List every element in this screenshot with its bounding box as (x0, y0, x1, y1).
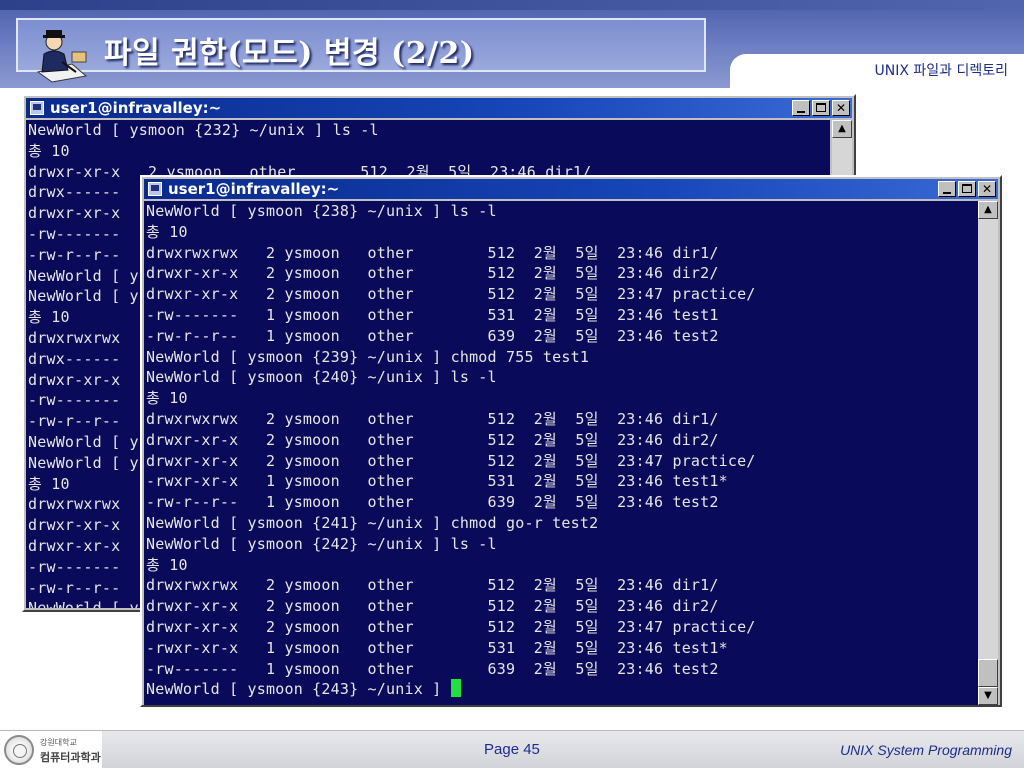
slide-footer: 강원대학교 컴퓨터과학과 Page 45 UNIX System Program… (0, 730, 1024, 768)
close-button[interactable]: ✕ (832, 100, 850, 116)
terminal-line: drwxr-xr-x 2 ysmoon other 512 2월 5일 23:4… (146, 617, 756, 636)
terminal-line: drwxr-xr-x 2 ysmoon other 512 2월 5일 23:4… (146, 285, 756, 304)
scroll-thumb[interactable] (978, 659, 998, 687)
back-window-titlebar[interactable]: user1@infravalley:~ ✕ (26, 98, 852, 118)
terminal-line: drwxr-xr-x 2 ysmoon other 512 2월 5일 23:4… (146, 597, 719, 616)
terminal-line: drwxr-xr-x 2 ysmoon other 512 2월 5일 23:4… (146, 451, 756, 470)
terminal-line: NewWorld [ ysmoon {242} ~/unix ] ls -l (146, 534, 497, 553)
terminal-line: NewWorld [ ysmoon {239} ~/unix ] chmod 7… (146, 347, 590, 366)
minimize-button[interactable] (938, 181, 956, 197)
shell-prompt: NewWorld [ ysmoon {243} ~/unix ] (146, 680, 451, 699)
text-cursor (450, 679, 461, 698)
terminal-line: drwxrwxrwx 2 ysmoon other 512 2월 5일 23:4… (146, 576, 719, 595)
minimize-icon (943, 192, 951, 194)
terminal-line: -rw-r--r-- 1 ysmoon other 639 2월 5일 23:4… (146, 493, 719, 512)
header-stripe (0, 0, 1024, 10)
terminal-line: -rwxr-xr-x 1 ysmoon other 531 2월 5일 23:4… (146, 472, 728, 491)
terminal-line: drwxr-xr-x 2 ysmoon other 512 2월 5일 23:4… (146, 264, 719, 283)
terminal-line: drwxrwxrwx 2 ysmoon other 512 2월 5일 23:4… (146, 409, 719, 428)
front-terminal-window[interactable]: user1@infravalley:~ ✕ NewWorld [ ysmoon … (140, 175, 1002, 707)
maximize-icon (816, 103, 826, 112)
course-name: UNIX System Programming (840, 742, 1012, 758)
department-name: 컴퓨터과학과 (40, 751, 101, 764)
page-title: 파일 권한(모드) 변경 (2/2) (104, 36, 475, 71)
terminal-line: 총 10 (146, 555, 188, 574)
writer-figure-icon (36, 30, 88, 83)
arrow-up-icon: ▲ (838, 123, 846, 134)
terminal-line: 총 10 (28, 141, 70, 160)
terminal-line: -rw------- 1 ysmoon other 639 2월 5일 23:4… (146, 659, 719, 678)
page-number: Page 45 (484, 741, 540, 758)
close-icon: ✕ (835, 101, 847, 115)
slide-header: 파일 권한(모드) 변경 (2/2) UNIX 파일과 디렉토리 (0, 0, 1024, 88)
maximize-button[interactable] (812, 100, 830, 116)
title-box: 파일 권한(모드) 변경 (2/2) (16, 18, 706, 83)
minimize-icon (797, 111, 805, 113)
terminal-line: drwxrwxrwx 2 ysmoon other 512 2월 5일 23:4… (146, 243, 719, 262)
maximize-icon (962, 184, 972, 193)
section-label: UNIX 파일과 디렉토리 (874, 63, 1009, 79)
terminal-prompt-line[interactable]: NewWorld [ ysmoon {243} ~/unix ] (144, 679, 978, 700)
university-name: 강원대학교 (40, 738, 77, 747)
back-window-title: user1@infravalley:~ (50, 99, 222, 117)
arrow-down-icon: ▼ (984, 690, 992, 701)
scroll-up-button[interactable]: ▲ (832, 120, 852, 138)
maximize-button[interactable] (958, 181, 976, 197)
front-terminal-output[interactable]: NewWorld [ ysmoon {238} ~/unix ] ls -l 총… (144, 201, 978, 705)
terminal-line: drwxr-xr-x 2 ysmoon other 512 2월 5일 23:4… (146, 430, 719, 449)
minimize-button[interactable] (792, 100, 810, 116)
terminal-line: 총 10 (146, 222, 188, 241)
scroll-down-button[interactable]: ▼ (978, 687, 998, 705)
terminal-line: 총 10 (146, 389, 188, 408)
university-logo: 강원대학교 컴퓨터과학과 (0, 731, 102, 768)
university-seal-icon (4, 735, 34, 765)
close-icon: ✕ (981, 182, 993, 196)
terminal-line: NewWorld [ ysmoon {232} ~/unix ] ls -l (28, 121, 379, 139)
terminal-app-icon (30, 101, 44, 115)
terminal-line: -rw-r--r-- 1 ysmoon other 639 2월 5일 23:4… (146, 326, 719, 345)
terminal-line: NewWorld [ ysmoon {241} ~/unix ] chmod g… (146, 513, 599, 532)
terminal-line: NewWorld [ ysmoon {238} ~/unix ] ls -l (146, 202, 497, 220)
terminal-app-icon (148, 182, 162, 196)
front-scrollbar[interactable]: ▲ ▼ (978, 201, 998, 705)
front-window-title: user1@infravalley:~ (168, 180, 340, 198)
arrow-up-icon: ▲ (984, 204, 992, 215)
terminal-line: -rwxr-xr-x 1 ysmoon other 531 2월 5일 23:4… (146, 638, 728, 657)
scroll-up-button[interactable]: ▲ (978, 201, 998, 219)
terminal-line: NewWorld [ ysmoon {240} ~/unix ] ls -l (146, 368, 497, 387)
terminal-line: -rw------- 1 ysmoon other 531 2월 5일 23:4… (146, 305, 719, 324)
close-button[interactable]: ✕ (978, 181, 996, 197)
front-window-titlebar[interactable]: user1@infravalley:~ ✕ (144, 179, 998, 199)
